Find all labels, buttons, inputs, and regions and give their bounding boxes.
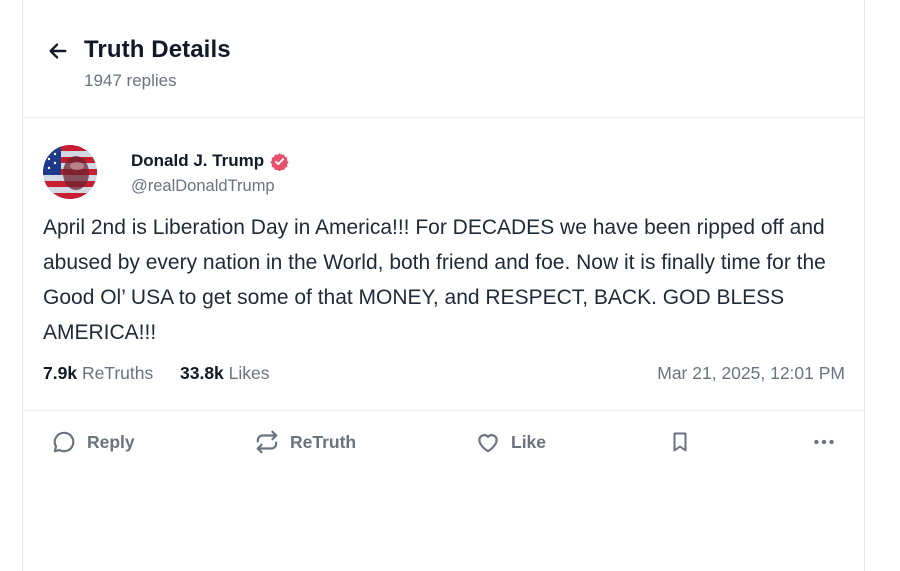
author-handle[interactable]: @realDonaldTrump: [131, 177, 275, 196]
likes-label: Likes: [228, 363, 270, 383]
bookmark-icon: [673, 432, 687, 452]
page-title: Truth Details: [84, 36, 231, 63]
post-timestamp: Mar 21, 2025, 12:01 PM: [657, 363, 845, 383]
likes-count: 33.8k: [180, 363, 224, 383]
retruths-stat[interactable]: 7.9k ReTruths: [43, 363, 153, 384]
reply-label: Reply: [87, 431, 135, 452]
post-stats: 7.9k ReTruths 33.8k Likes Mar 21, 2025, …: [43, 363, 845, 387]
speech-bubble-icon: [53, 431, 75, 453]
back-button[interactable]: [45, 38, 71, 64]
likes-stat[interactable]: 33.8k Likes: [180, 363, 270, 384]
divider: [23, 410, 864, 411]
bookmark-button[interactable]: [668, 420, 692, 464]
post-text: April 2nd is Liberation Day in America!!…: [43, 216, 826, 344]
truth-details-panel: Truth Details 1947 replies Donald J. Tru…: [22, 0, 865, 571]
avatar-image: [43, 145, 97, 199]
like-label: Like: [511, 431, 547, 452]
like-button[interactable]: Like: [475, 420, 546, 464]
retruth-button[interactable]: ReTruth: [254, 420, 356, 464]
reply-button[interactable]: Reply: [51, 420, 135, 464]
retruths-count: 7.9k: [43, 363, 78, 383]
reply-count: 1947 replies: [84, 71, 177, 90]
author-name[interactable]: Donald J. Trump: [131, 151, 289, 171]
verified-badge-icon: [270, 152, 289, 171]
arrow-left-icon: [49, 43, 67, 59]
author-name-text: Donald J. Trump: [131, 151, 265, 170]
page-header: Truth Details 1947 replies: [23, 0, 864, 118]
avatar[interactable]: [43, 145, 97, 199]
retruth-label: ReTruth: [290, 431, 357, 452]
post-author: Donald J. Trump @realDonaldTrump: [43, 145, 443, 201]
heart-icon: [478, 434, 498, 453]
ellipsis-icon: [814, 439, 834, 445]
action-bar: Reply ReTruth Like: [23, 420, 864, 464]
repost-arrows-icon: [256, 430, 278, 454]
retruths-label: ReTruths: [81, 363, 154, 383]
more-options-button[interactable]: [811, 420, 837, 464]
